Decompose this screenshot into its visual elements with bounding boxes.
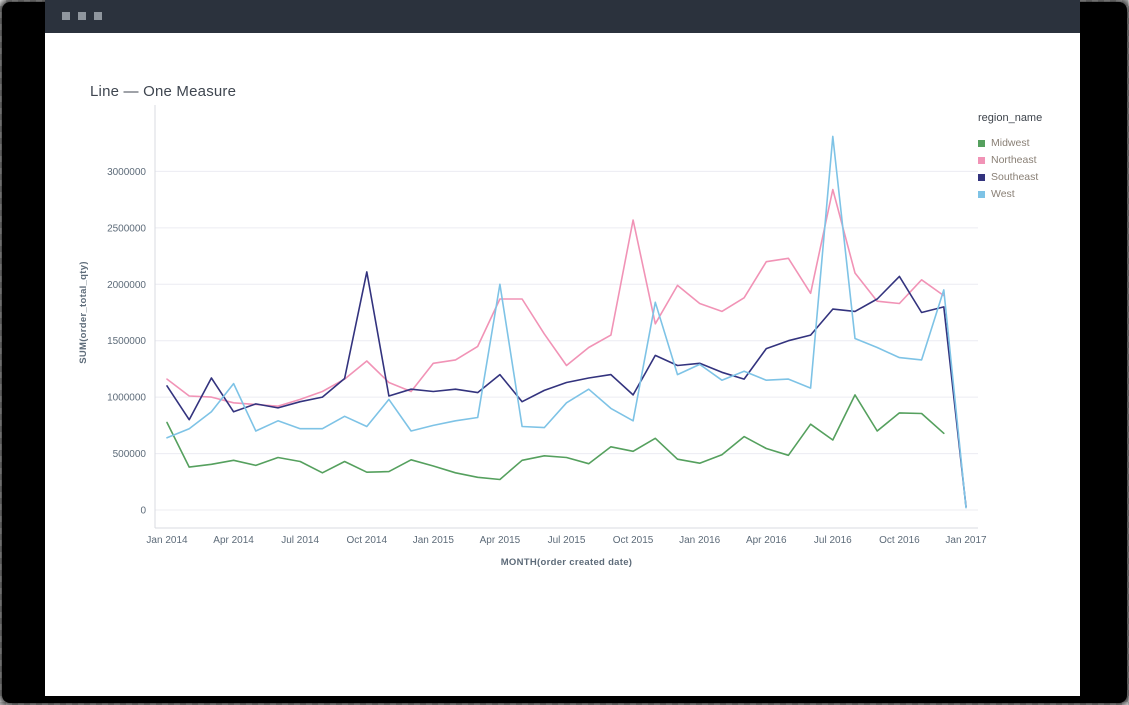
series-line-northeast [167,190,944,407]
app-window: Line — One Measure 050000010000001500000… [45,0,1080,696]
y-axis-title: SUM(order_total_qty) [78,261,89,364]
y-tick-label: 0 [140,506,146,517]
line-chart[interactable]: 0 500000 1000000 1500000 2000000 2500000 30000… [70,72,1030,572]
y-tick-label: 3000000 [107,167,146,178]
window-button-icon[interactable] [78,12,86,20]
legend: region_name Midwest Northeast Southeast Wes… [978,112,1078,205]
series-line-west [167,136,966,507]
window-button-icon[interactable] [94,12,102,20]
legend-label: Northeast [991,154,1037,166]
x-tick-label: Apr 2015 [480,535,521,546]
y-tick-label: 2000000 [107,280,146,291]
x-tick-label: Jan 2014 [146,535,188,546]
x-tick-label: Oct 2015 [613,535,654,546]
legend-item-midwest[interactable]: Midwest [978,137,1078,154]
x-tick-label: Jul 2014 [281,535,319,546]
legend-swatch-icon [978,174,985,181]
x-tick-label: Apr 2014 [213,535,254,546]
legend-swatch-icon [978,191,985,198]
y-tick-label: 2500000 [107,223,146,234]
legend-label: Midwest [991,137,1030,149]
x-axis-title: MONTH(order created date) [501,557,633,568]
x-tick-label: Apr 2016 [746,535,787,546]
x-tick-label: Jan 2017 [945,535,987,546]
legend-label: West [991,188,1015,200]
legend-item-west[interactable]: West [978,188,1078,205]
x-tick-label: Oct 2014 [346,535,387,546]
y-tick-label: 1000000 [107,393,146,404]
legend-swatch-icon [978,140,985,147]
legend-title: region_name [978,112,1078,124]
y-tick-label: 1500000 [107,336,146,347]
x-tick-label: Jan 2015 [413,535,455,546]
series-line-southeast [167,272,966,507]
legend-items: Midwest Northeast Southeast West [978,137,1078,205]
legend-swatch-icon [978,157,985,164]
series-line-midwest [167,395,944,480]
x-tick-label: Jan 2016 [679,535,721,546]
x-tick-label: Oct 2016 [879,535,920,546]
legend-item-southeast[interactable]: Southeast [978,171,1078,188]
legend-label: Southeast [991,171,1038,183]
legend-item-northeast[interactable]: Northeast [978,154,1078,171]
x-tick-label: Jul 2016 [814,535,852,546]
y-tick-label: 500000 [113,449,147,460]
window-titlebar [45,0,1080,33]
window-button-icon[interactable] [62,12,70,20]
x-tick-label: Jul 2015 [548,535,586,546]
